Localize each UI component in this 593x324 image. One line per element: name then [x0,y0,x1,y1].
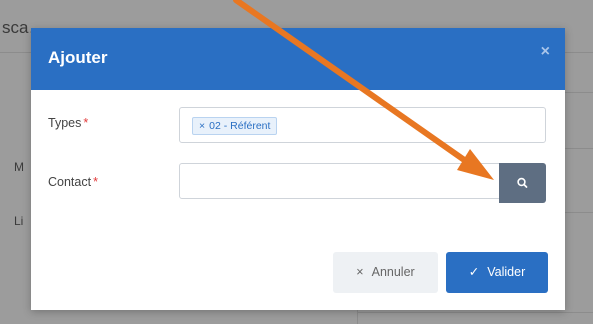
background-divider [565,92,593,93]
close-icon: × [356,265,364,279]
validate-label: Valider [487,265,526,279]
close-icon[interactable]: × [541,43,550,61]
contact-label: Contact * [48,175,98,189]
required-mark: * [93,175,98,189]
types-label: Types * [48,116,88,130]
dialog-title: Ajouter [48,48,108,67]
dialog-header: Ajouter × [31,28,565,90]
tag-remove-icon[interactable]: × [199,120,205,132]
contact-label-text: Contact [48,175,92,189]
background-divider [565,212,593,213]
tag-label: 02 - Référent [209,120,271,132]
search-icon [517,177,528,188]
cancel-button[interactable]: × Annuler [333,252,438,293]
cancel-label: Annuler [371,265,415,279]
add-dialog: Ajouter × Types * × 02 - Référent Contact *… [31,28,565,310]
background-divider [357,310,358,324]
types-label-text: Types [48,116,82,130]
background-label: Li [14,214,24,228]
background-divider [357,312,593,313]
required-mark: * [83,116,89,130]
contact-input[interactable] [179,163,500,199]
types-multiselect[interactable]: × 02 - Référent [179,107,546,143]
background-label: M [14,160,24,174]
type-tag: × 02 - Référent [192,117,278,135]
validate-button[interactable]: ✓ Valider [446,252,548,293]
background-divider [565,148,593,149]
check-icon: ✓ [468,265,480,279]
contact-search-button[interactable] [499,163,546,203]
